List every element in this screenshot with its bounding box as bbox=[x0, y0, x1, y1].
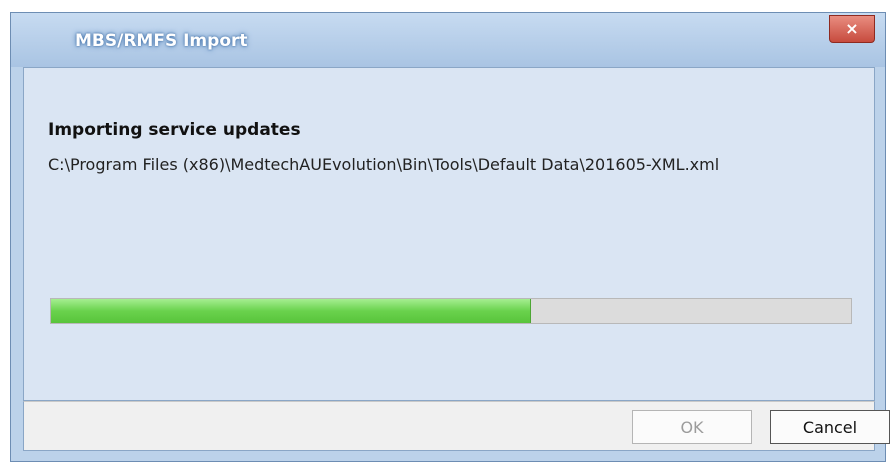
progress-bar bbox=[50, 298, 852, 324]
ok-button[interactable]: OK bbox=[632, 410, 752, 444]
cancel-button[interactable]: Cancel bbox=[770, 410, 890, 444]
file-path-text: C:\Program Files (x86)\MedtechAUEvolutio… bbox=[48, 155, 720, 174]
title-bar[interactable]: MBS/RMFS Import × bbox=[11, 13, 885, 67]
import-dialog: MBS/RMFS Import × Importing service upda… bbox=[10, 12, 890, 462]
ok-button-label: OK bbox=[680, 417, 704, 437]
close-icon: × bbox=[845, 19, 859, 38]
status-heading: Importing service updates bbox=[48, 120, 301, 140]
progress-fill bbox=[51, 299, 531, 323]
cancel-button-label: Cancel bbox=[802, 417, 858, 437]
close-button[interactable]: × bbox=[829, 15, 875, 43]
button-bar: OK Cancel bbox=[23, 401, 890, 451]
content-panel: Importing service updates C:\Program Fil… bbox=[23, 67, 875, 401]
window-title: MBS/RMFS Import bbox=[75, 31, 248, 51]
